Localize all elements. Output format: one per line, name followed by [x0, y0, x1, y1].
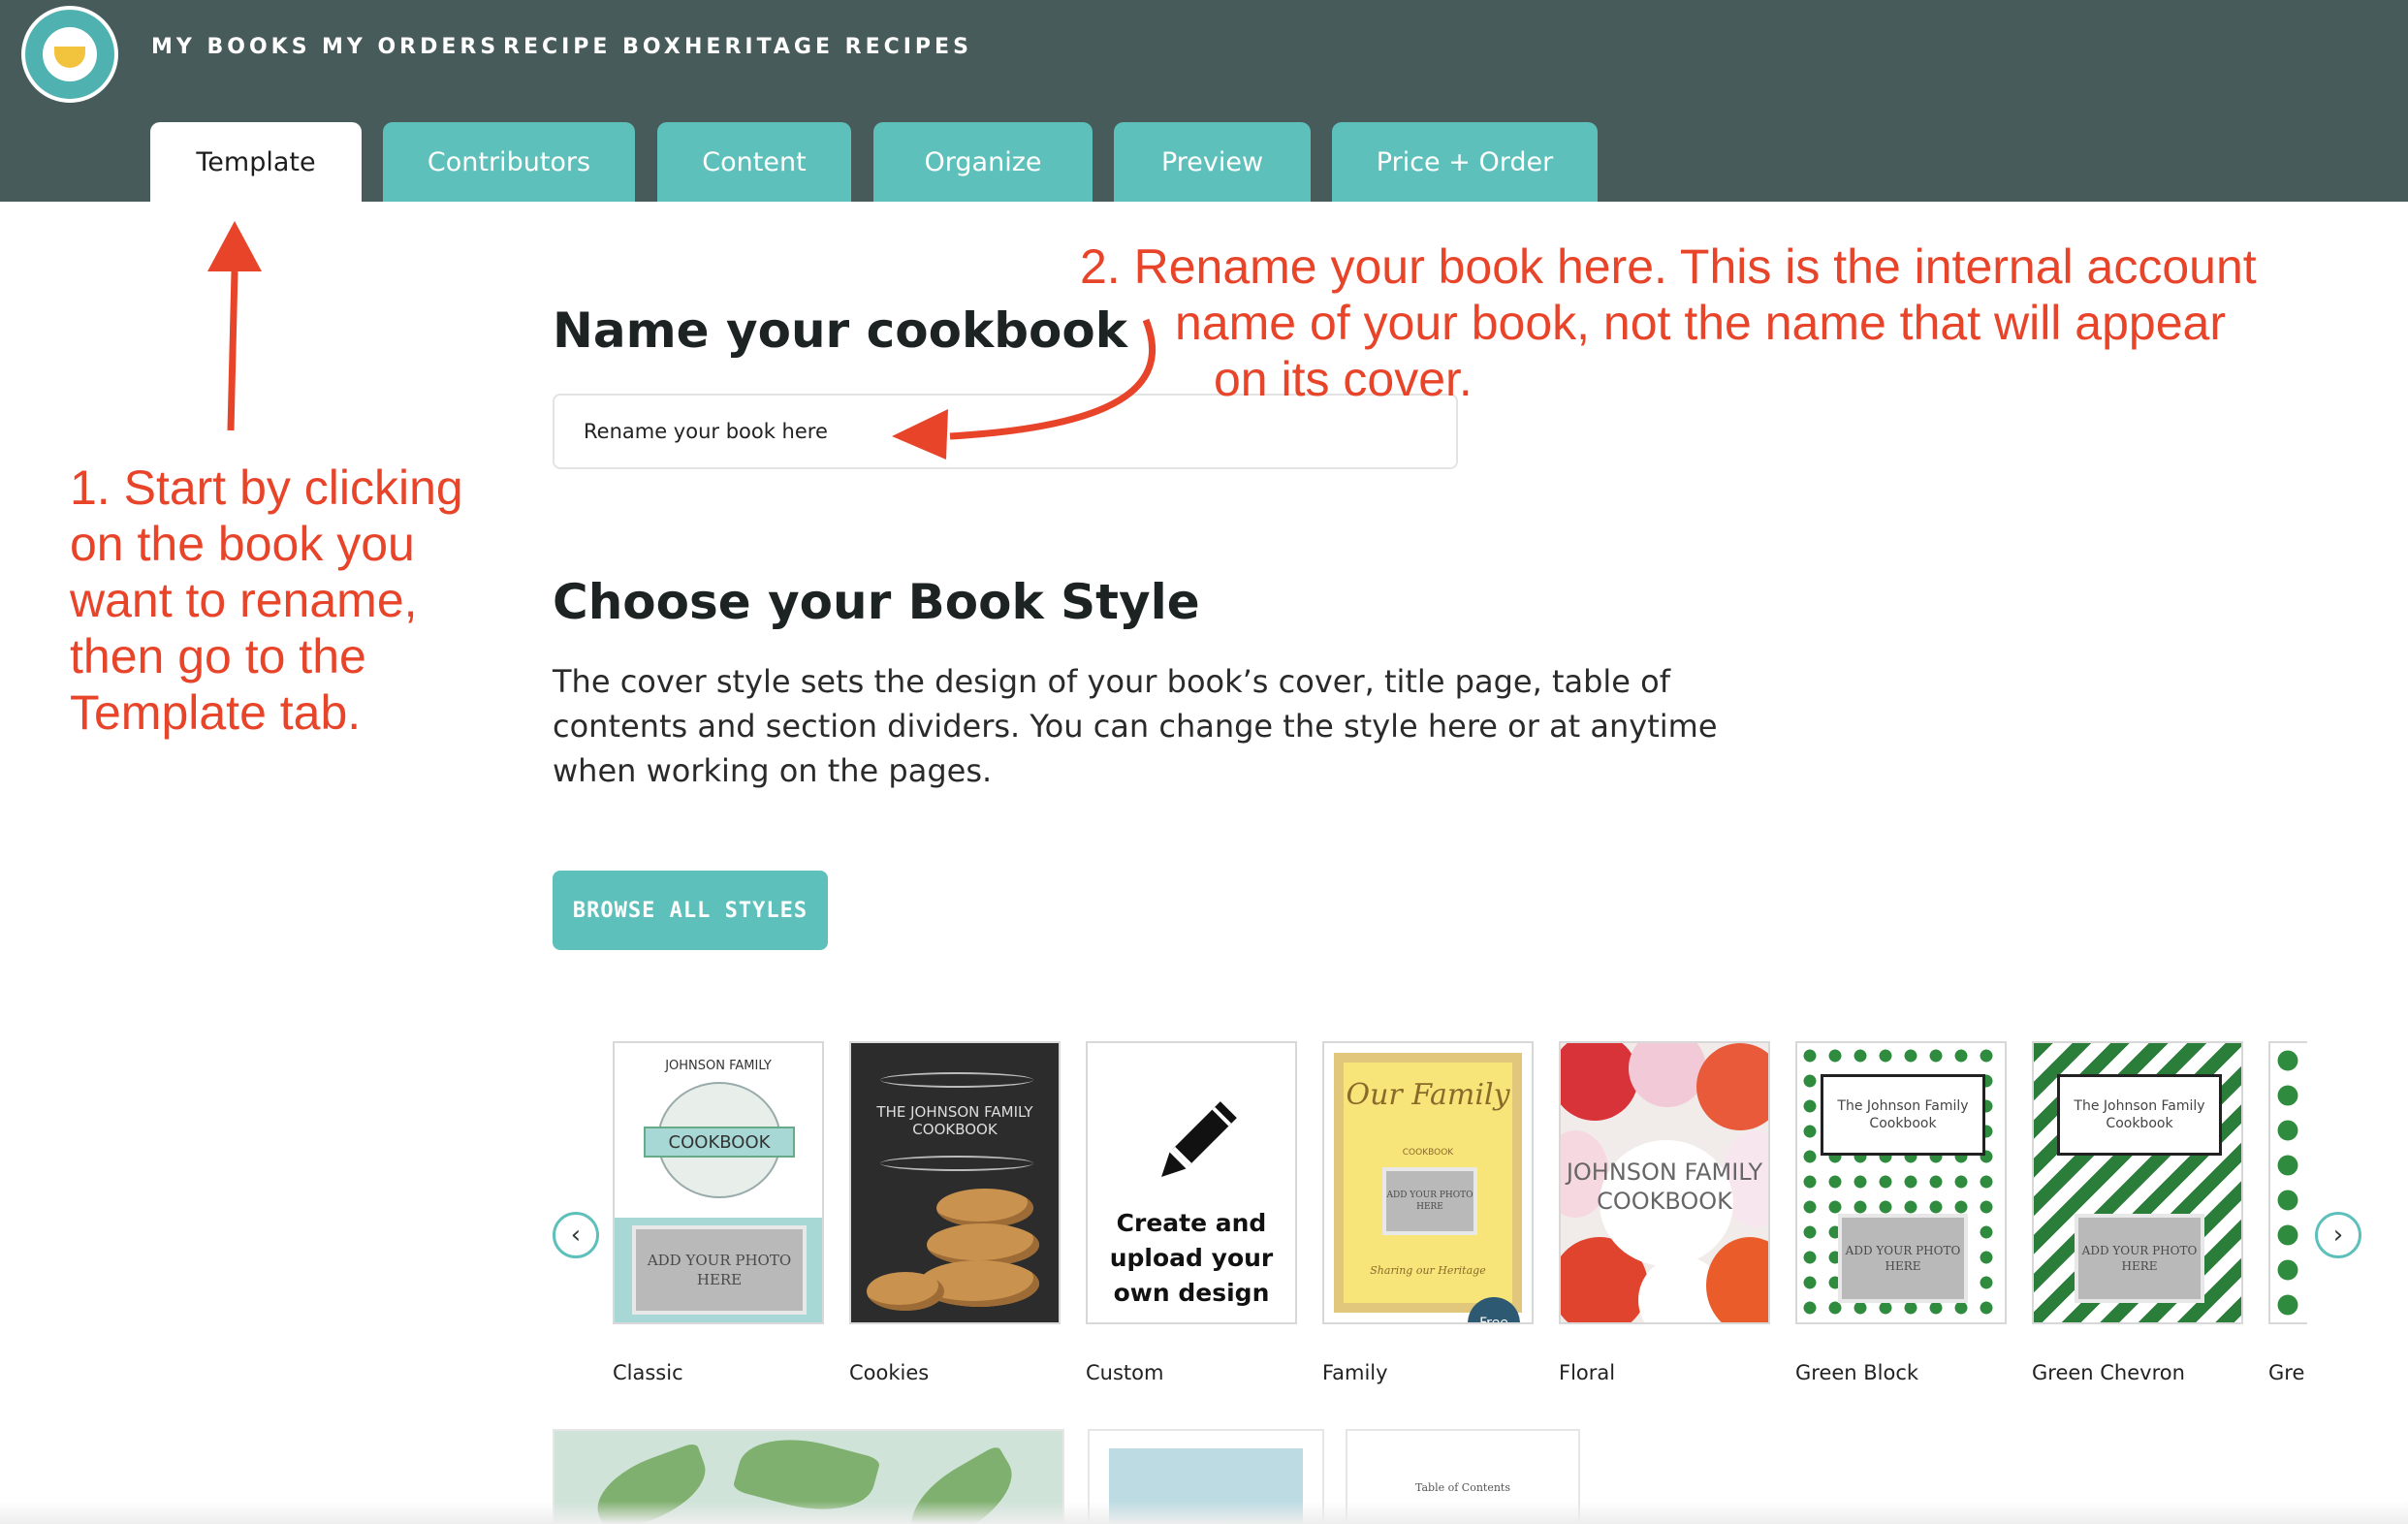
tab-contributors[interactable]: Contributors: [383, 122, 635, 202]
arrow-up-icon: [227, 270, 238, 431]
nav-my-orders[interactable]: MY ORDERS: [322, 35, 499, 59]
chevron-right-icon: ›: [2332, 1221, 2344, 1250]
style-label: Classic: [613, 1361, 683, 1384]
tab-content[interactable]: Content: [657, 122, 851, 202]
photo-placeholder: ADD YOUR PHOTO HERE: [1382, 1167, 1477, 1235]
cover-tagline: Sharing our Heritage: [1370, 1264, 1486, 1277]
style-label: Green Chevron: [2032, 1361, 2185, 1384]
style-label: Family: [1322, 1361, 1388, 1384]
custom-cover-text: Create and upload your own design: [1109, 1209, 1274, 1307]
heritage-cookbook-logo[interactable]: [21, 6, 118, 103]
style-card-green-chevron[interactable]: The Johnson Family Cookbook ADD YOUR PHO…: [2032, 1037, 2245, 1406]
style-label: Cookies: [849, 1361, 930, 1384]
photo-placeholder: ADD YOUR PHOTO HERE: [2075, 1214, 2204, 1303]
style-card-cookies[interactable]: THE JOHNSON FAMILY COOKBOOK Cookies: [849, 1037, 1062, 1406]
style-label: Floral: [1559, 1361, 1616, 1384]
annotation-step-2-line-3: on its cover.: [1214, 352, 1473, 406]
cover-title: Our Family: [1346, 1078, 1510, 1112]
carousel-next-button[interactable]: ›: [2315, 1212, 2361, 1258]
ornament-bottom: [880, 1156, 1033, 1171]
style-label: Green Block: [1795, 1361, 1919, 1384]
cover-green-dots: [2268, 1041, 2307, 1324]
nav-heritage-recipes[interactable]: HERITAGE RECIPES: [684, 35, 972, 59]
name-cookbook-heading: Name your cookbook: [553, 302, 1127, 359]
cover-title: The Johnson Family Cookbook: [1821, 1074, 1985, 1156]
tab-price-order[interactable]: Price + Order: [1332, 122, 1598, 202]
tab-preview[interactable]: Preview: [1114, 122, 1311, 202]
tab-template[interactable]: Template: [150, 122, 362, 202]
annotation-step-1: 1. Start by clicking on the book you wan…: [70, 460, 463, 740]
cover-subtitle: COOKBOOK: [1402, 1148, 1454, 1158]
toc-title: Table of Contents: [1414, 1481, 1510, 1494]
cover-custom: Create and upload your own design: [1086, 1041, 1297, 1324]
cover-title: JOHNSON FAMILY COOKBOOK: [1566, 1159, 1763, 1215]
style-carousel-track: JOHNSON FAMILY COOKBOOK ADD YOUR PHOTO H…: [613, 1037, 2307, 1406]
style-carousel: ‹ JOHNSON FAMILY COOKBOOK ADD YOUR PHOTO…: [553, 1037, 2361, 1406]
style-description: The cover style sets the design of your …: [553, 663, 1718, 789]
tab-organize[interactable]: Organize: [873, 122, 1093, 202]
cover-floral: JOHNSON FAMILY COOKBOOK: [1559, 1041, 1770, 1324]
chevron-left-icon: ‹: [570, 1221, 582, 1250]
cover-family: Our Family COOKBOOK ADD YOUR PHOTO HERE …: [1322, 1041, 1534, 1324]
top-navigation-bar: MY BOOKS MY ORDERS RECIPE BOX HERITAGE R…: [0, 0, 2408, 202]
style-label: Custom: [1086, 1361, 1164, 1384]
cover-green-chevron: The Johnson Family Cookbook ADD YOUR PHO…: [2032, 1041, 2243, 1324]
cover-classic: JOHNSON FAMILY COOKBOOK ADD YOUR PHOTO H…: [613, 1041, 824, 1324]
page-fold-shadow: [0, 1501, 2408, 1524]
cookie-image: [936, 1189, 1033, 1227]
cover-green-block: The Johnson Family Cookbook ADD YOUR PHO…: [1795, 1041, 2007, 1324]
annotation-step-2-line-2: name of your book, not the name that wil…: [1175, 296, 2226, 350]
nav-my-books[interactable]: MY BOOKS: [151, 35, 311, 59]
cookie-image: [867, 1272, 944, 1311]
photo-placeholder: ADD YOUR PHOTO HERE: [632, 1225, 807, 1315]
arrow-up-head-icon: [207, 221, 262, 271]
ornament-top: [880, 1072, 1033, 1088]
pencil-icon: [1161, 1101, 1237, 1177]
cover-badge-text: COOKBOOK: [644, 1127, 795, 1158]
style-card-family[interactable]: Our Family COOKBOOK ADD YOUR PHOTO HERE …: [1322, 1037, 1536, 1406]
style-label: Gre: [2268, 1361, 2305, 1384]
style-card-floral[interactable]: JOHNSON FAMILY COOKBOOK Floral: [1559, 1037, 1772, 1406]
cover-title: THE JOHNSON FAMILY COOKBOOK: [876, 1103, 1033, 1138]
cover-cookies: THE JOHNSON FAMILY COOKBOOK: [849, 1041, 1061, 1324]
style-card-green-partial[interactable]: Gre: [2268, 1037, 2307, 1406]
cover-title: JOHNSON FAMILY: [665, 1059, 772, 1073]
nav-recipe-box[interactable]: RECIPE BOX: [503, 35, 684, 59]
annotation-step-2-line-1: 2. Rename your book here. This is the in…: [1080, 239, 2257, 294]
style-card-classic[interactable]: JOHNSON FAMILY COOKBOOK ADD YOUR PHOTO H…: [613, 1037, 826, 1406]
browse-all-styles-button[interactable]: BROWSE ALL STYLES: [553, 871, 828, 950]
style-card-custom[interactable]: Create and upload your own design Custom: [1086, 1037, 1299, 1406]
cover-title: The Johnson Family Cookbook: [2057, 1074, 2222, 1156]
photo-placeholder: ADD YOUR PHOTO HERE: [1838, 1214, 1968, 1303]
choose-style-heading: Choose your Book Style: [553, 574, 1200, 630]
carousel-prev-button[interactable]: ‹: [553, 1212, 599, 1258]
style-card-green-block[interactable]: The Johnson Family Cookbook ADD YOUR PHO…: [1795, 1037, 2009, 1406]
